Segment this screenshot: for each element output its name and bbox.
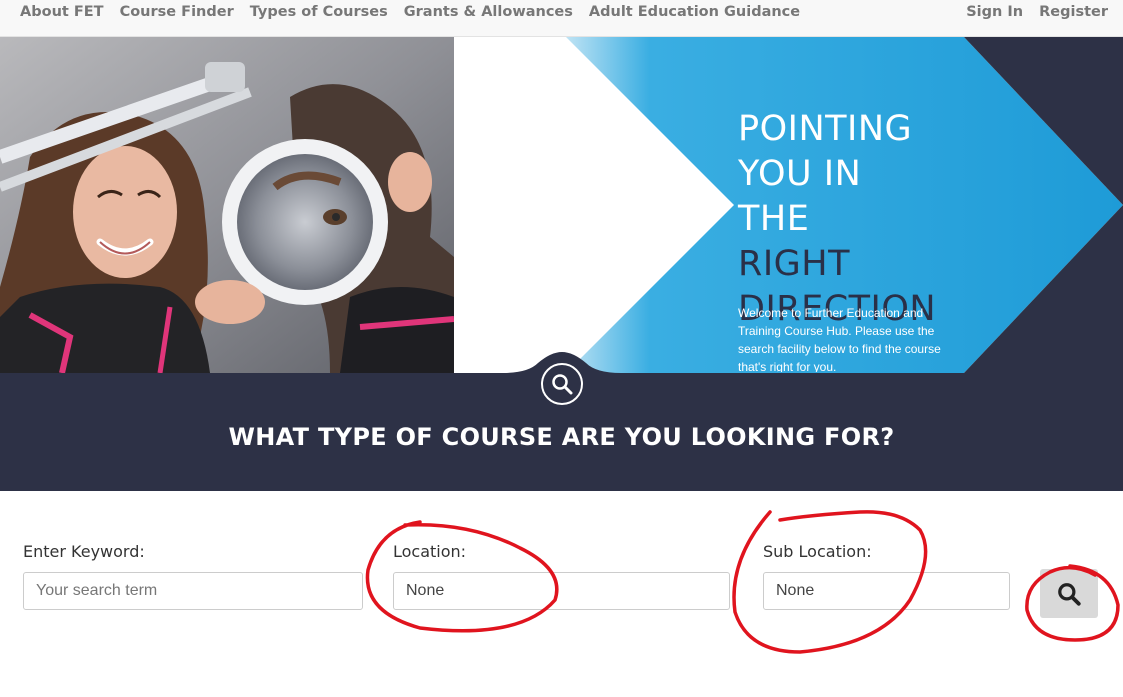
primary-nav: About FET Course Finder Types of Courses… <box>20 0 816 24</box>
nav-adult-education-guidance[interactable]: Adult Education Guidance <box>589 4 800 20</box>
sublocation-select[interactable]: None <box>763 572 1010 610</box>
hero-headline: POINTING YOU IN THE RIGHT DIRECTION <box>738 107 936 332</box>
hero-banner: POINTING YOU IN THE RIGHT DIRECTION <box>0 37 1123 373</box>
headline-line-4: RIGHT <box>738 244 850 284</box>
headline-line-3: THE <box>738 199 810 239</box>
search-circle-icon <box>541 363 583 405</box>
search-button[interactable] <box>1040 569 1098 618</box>
search-icon <box>1058 582 1081 606</box>
magnifier-icon <box>552 374 573 395</box>
keyword-input[interactable] <box>23 572 363 610</box>
nav-grants-allowances[interactable]: Grants & Allowances <box>404 4 573 20</box>
headline-line-1: POINTING <box>738 109 913 149</box>
keyword-label: Enter Keyword: <box>23 542 145 561</box>
top-navbar: About FET Course Finder Types of Courses… <box>0 0 1123 37</box>
location-select[interactable]: None <box>393 572 730 610</box>
register-link[interactable]: Register <box>1039 4 1108 20</box>
sublocation-label: Sub Location: <box>763 542 872 561</box>
course-search-heading: WHAT TYPE OF COURSE ARE YOU LOOKING FOR? <box>228 423 895 451</box>
headline-line-2: YOU IN <box>738 154 862 194</box>
hero-welcome-text: Welcome to Further Education and Trainin… <box>738 306 941 372</box>
location-label: Location: <box>393 542 467 561</box>
account-nav: Sign In Register <box>950 0 1108 24</box>
nav-about-fet[interactable]: About FET <box>20 4 104 20</box>
sign-in-link[interactable]: Sign In <box>966 4 1023 20</box>
hero-photo <box>0 37 454 373</box>
nav-types-of-courses[interactable]: Types of Courses <box>250 4 388 20</box>
nav-course-finder[interactable]: Course Finder <box>120 4 234 20</box>
